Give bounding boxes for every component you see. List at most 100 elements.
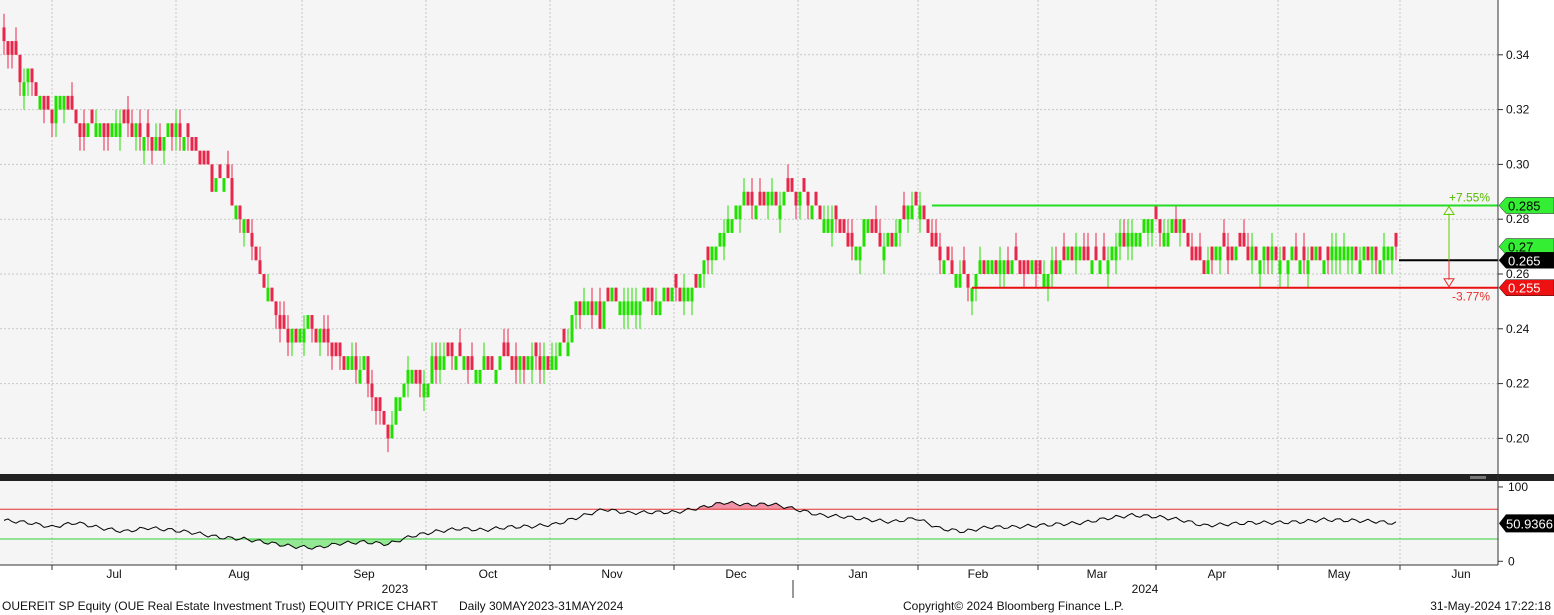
candle-body: [654, 301, 658, 316]
candle-body: [542, 356, 546, 370]
candle-body: [398, 397, 402, 411]
candle-body: [290, 328, 294, 343]
candle-body: [30, 68, 34, 83]
candle-body: [1174, 219, 1178, 233]
candle-body: [1130, 232, 1134, 247]
candle-body: [598, 301, 602, 329]
candle-body: [222, 178, 226, 192]
candle-body: [1206, 260, 1210, 274]
candle-body: [110, 123, 114, 137]
candle-body: [1186, 232, 1190, 247]
candle-body: [1010, 260, 1014, 274]
candle-body: [262, 273, 266, 288]
candle-body: [814, 191, 818, 206]
month-tick-label: Mar: [1087, 567, 1108, 581]
candle-body: [114, 123, 118, 137]
candle-body: [270, 287, 274, 302]
candle-body: [722, 232, 726, 247]
candle-body: [682, 287, 686, 302]
candle-body: [902, 205, 906, 220]
candle-body: [690, 287, 694, 302]
candle-body: [1082, 246, 1086, 261]
candle-body: [218, 164, 222, 179]
candle-body: [1310, 246, 1314, 261]
candle-body: [226, 164, 230, 179]
candle-body: [750, 191, 754, 206]
candle-body: [102, 123, 106, 137]
resistance-price-tag: 0.285: [1498, 197, 1554, 214]
candle-body: [1158, 219, 1162, 233]
chart-period: Daily 30MAY2023-31MAY2024: [459, 599, 624, 613]
candle-body: [482, 356, 486, 370]
candle-body: [898, 219, 902, 233]
last-price-tag: 0.265: [1498, 252, 1554, 269]
candle-body: [246, 219, 250, 233]
candle-body: [142, 136, 146, 151]
candle-body: [6, 41, 10, 55]
candle-body: [522, 356, 526, 370]
candle-body: [166, 123, 170, 137]
candle-body: [374, 397, 378, 411]
candle-body: [486, 356, 490, 370]
candle-body: [346, 356, 350, 370]
candle-body: [658, 301, 662, 316]
candle-body: [910, 205, 914, 220]
candle-body: [58, 95, 62, 110]
candle-body: [614, 287, 618, 302]
candle-body: [1138, 232, 1142, 247]
chart-title: OUEREIT SP Equity (OUE Real Estate Inves…: [2, 599, 439, 613]
candle-body: [266, 287, 270, 302]
candle-body: [1166, 232, 1170, 247]
candle-body: [506, 342, 510, 357]
candle-body: [1370, 246, 1374, 261]
candle-body: [758, 191, 762, 206]
candle-body: [1054, 260, 1058, 274]
panel-divider-grip[interactable]: [1470, 476, 1486, 479]
candle-body: [366, 356, 370, 384]
candle-body: [770, 191, 774, 206]
candle-body: [314, 328, 318, 343]
candle-body: [54, 95, 58, 124]
candle-body: [646, 287, 650, 302]
candle-body: [1042, 273, 1046, 288]
candle-body: [302, 328, 306, 343]
candle-body: [174, 123, 178, 137]
candle-body: [718, 232, 722, 247]
candle-body: [834, 205, 838, 220]
candle-body: [1318, 246, 1322, 261]
candle-body: [178, 123, 182, 137]
candle-body: [1078, 246, 1082, 261]
candle-body: [274, 301, 278, 316]
candle-body: [994, 260, 998, 274]
candle-body: [526, 356, 530, 370]
year-label: 2023: [382, 582, 409, 596]
candle-body: [586, 301, 590, 316]
candle-body: [810, 205, 814, 220]
candle-body: [1378, 260, 1382, 274]
candle-body: [594, 301, 598, 316]
candle-body: [22, 82, 26, 96]
candle-body: [934, 232, 938, 247]
price-tick-label: 0.28: [1506, 212, 1530, 226]
candle-body: [1170, 219, 1174, 233]
candle-body: [186, 123, 190, 137]
candle-body: [1114, 246, 1118, 261]
candle-body: [1306, 260, 1310, 274]
candle-body: [370, 383, 374, 398]
candle-body: [850, 232, 854, 247]
rsi-tick-label: 0: [1508, 554, 1515, 568]
candle-body: [1230, 246, 1234, 261]
candle-body: [926, 219, 930, 233]
candle-body: [866, 219, 870, 233]
candle-body: [334, 342, 338, 357]
candle-body: [638, 301, 642, 316]
candle-body: [734, 205, 738, 220]
candle-body: [458, 342, 462, 357]
candle-body: [1142, 219, 1146, 233]
candle-body: [74, 109, 78, 124]
month-tick-label: Jan: [848, 567, 867, 581]
candle-body: [1198, 246, 1202, 261]
candle-body: [938, 246, 942, 261]
rsi-value-tag-label: 50.9366: [1506, 516, 1553, 531]
candle-body: [250, 232, 254, 247]
